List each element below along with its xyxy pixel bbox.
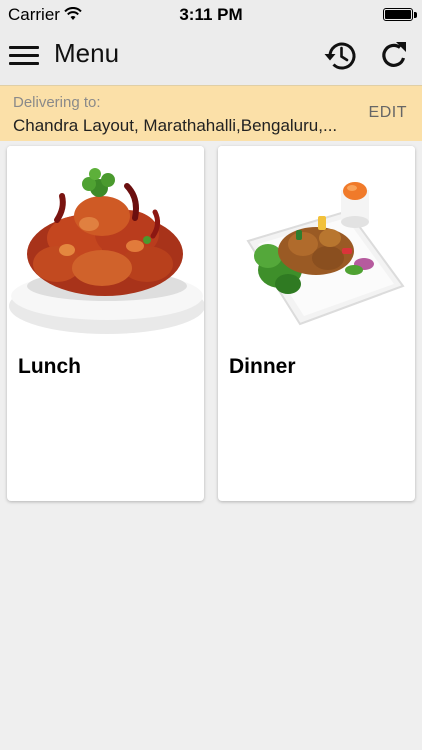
status-bar: Carrier 3:11 PM	[0, 0, 422, 30]
nav-bar: Menu	[0, 30, 422, 85]
battery-tip	[414, 12, 417, 18]
menu-card-lunch[interactable]: Lunch	[7, 146, 204, 501]
card-title: Dinner	[229, 355, 296, 378]
page-title: Menu	[54, 38, 120, 68]
delivery-address: Chandra Layout, Marathahalli,Bengaluru,.…	[13, 116, 338, 135]
delivery-banner: Delivering to: Chandra Layout, Marathaha…	[0, 85, 422, 141]
refresh-icon[interactable]	[378, 39, 410, 71]
edit-address-button[interactable]: EDIT	[369, 104, 407, 122]
hamburger-menu-icon[interactable]	[9, 44, 39, 68]
dinner-food-image	[218, 146, 415, 343]
menu-card-dinner[interactable]: Dinner	[218, 146, 415, 501]
delivery-label: Delivering to:	[13, 94, 101, 111]
status-time: 3:11 PM	[179, 5, 243, 24]
battery-icon	[383, 8, 413, 21]
lunch-food-image	[7, 146, 204, 343]
history-icon[interactable]	[322, 37, 360, 75]
card-title: Lunch	[18, 355, 81, 378]
